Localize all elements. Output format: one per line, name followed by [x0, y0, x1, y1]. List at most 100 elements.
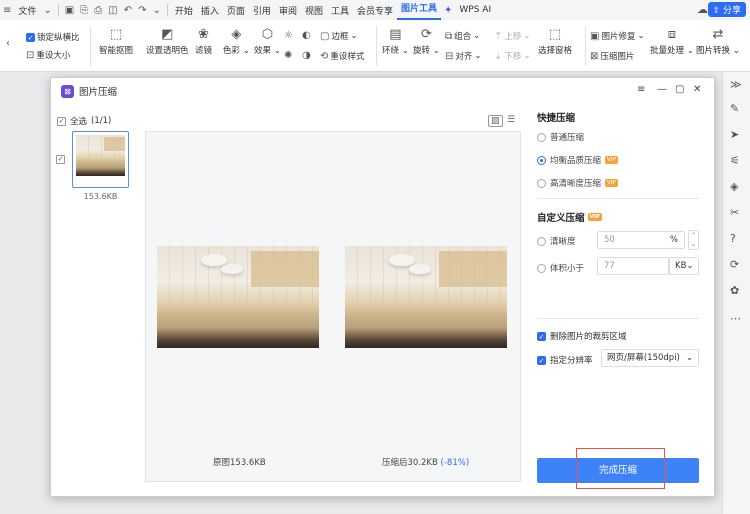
tools-icon[interactable]: ✂ — [730, 206, 739, 219]
size-unit-value: KB — [675, 261, 687, 271]
plugin-icon[interactable]: ✿ — [730, 284, 739, 297]
delete-crop-checkbox[interactable]: ✓ 删除图片的裁剪区域 — [537, 330, 627, 342]
hd-compress-label: 高清晰度压缩 — [550, 179, 602, 189]
edit-icon[interactable]: ✎ — [730, 102, 739, 115]
size-limit-label: 体积小于 — [550, 264, 585, 274]
more-icon[interactable]: ⋯ — [730, 312, 741, 325]
clarity-stepper[interactable]: ⌃ ⌄ — [688, 230, 699, 250]
brightness-increase-icon[interactable]: ☼ — [284, 30, 293, 41]
menu-icon[interactable]: ≡ — [0, 5, 14, 16]
lock-ratio-label: 锁定纵横比 — [37, 33, 80, 43]
ribbon-toolbar: ‹ ✓ 锁定纵横比 ⊡ 重设大小 ⬚ 智能抠图 ◩ 设置透明色 ❀ 滤镜 ◈ 色彩 ⌄ ⬡ 效… — [0, 20, 750, 72]
ribbon-scroll-left-icon[interactable]: ‹ — [6, 38, 10, 49]
checkbox-checked-icon: ✓ — [57, 116, 66, 126]
color-button[interactable]: ◈ 色彩 ⌄ — [223, 26, 250, 56]
tab-view[interactable]: 视图 — [301, 4, 327, 17]
reset-style-button[interactable]: ⟲ 重设样式 — [320, 50, 364, 63]
effects-label: 效果 — [254, 46, 272, 56]
export-icon[interactable]: ⎘ — [77, 5, 91, 16]
menu-file[interactable]: 文件 — [14, 4, 40, 17]
filter-icon: ❀ — [198, 27, 209, 42]
sync-icon[interactable]: ⟳ — [730, 258, 739, 271]
radio-size-limit[interactable]: 体积小于 — [537, 262, 584, 274]
tab-home[interactable]: 开始 — [171, 4, 197, 17]
list-view-icon[interactable]: ☰ — [507, 115, 515, 125]
print-preview-icon[interactable]: ◫ — [105, 5, 120, 16]
radio-hd-compress[interactable]: 高清晰度压缩 VIP — [537, 177, 618, 189]
undo-icon[interactable]: ↶ — [121, 5, 135, 16]
rotate-label: 旋转 — [413, 46, 431, 56]
minimize-icon[interactable]: — — [657, 84, 667, 95]
image-convert-button[interactable]: ⇄ 图片转换 ⌄ — [696, 26, 740, 56]
menu-icon[interactable]: ≡ — [637, 84, 645, 95]
radio-selected-icon — [537, 155, 546, 165]
rotate-button[interactable]: ⟳ 旋转 ⌄ — [413, 26, 440, 56]
resolution-select[interactable]: 网页/屏幕(150dpi) ⌄ — [601, 349, 699, 367]
tab-tools[interactable]: 工具 — [327, 4, 353, 17]
rotate-icon: ⟳ — [420, 27, 432, 42]
image-thumbnail[interactable] — [72, 131, 129, 188]
tab-picture-tools[interactable]: 图片工具 — [397, 0, 442, 20]
set-transparent-button[interactable]: ◩ 设置透明色 — [146, 26, 189, 56]
compress-image-icon: ⊠ — [590, 50, 599, 62]
cloud-upload-icon[interactable]: ☁ — [697, 3, 708, 16]
collapse-icon[interactable]: ≫ — [730, 78, 742, 91]
compressed-image-preview — [345, 246, 507, 348]
size-limit-input[interactable]: 77 — [597, 257, 669, 275]
selection-pane-button[interactable]: ⬚ 选择窗格 — [538, 26, 572, 56]
send-backward-button[interactable]: ⇣ 下移 ⌄ — [494, 50, 531, 63]
tab-wps-ai[interactable]: WPS AI — [455, 5, 495, 15]
tab-page[interactable]: 页面 — [223, 4, 249, 17]
image-repair-button[interactable]: ▣ 图片修复 ⌄ — [590, 30, 645, 43]
radio-normal-compress[interactable]: 普通压缩 — [537, 131, 584, 143]
tab-references[interactable]: 引用 — [249, 4, 275, 17]
help-icon[interactable]: ? — [730, 232, 736, 245]
more-dropdown-icon[interactable]: ⌄ — [149, 5, 163, 16]
filter-button[interactable]: ❀ 滤镜 — [195, 26, 212, 56]
share-button[interactable]: ⇪ 分享 — [707, 2, 746, 17]
dialog-title-bar: ⊠ 图片压缩 — [61, 84, 117, 98]
settings-sliders-icon[interactable]: ⚟ — [730, 154, 740, 167]
pointer-icon[interactable]: ➤ — [730, 128, 739, 141]
reset-size-button[interactable]: ⊡ 重设大小 — [26, 49, 70, 62]
smart-cutout-button[interactable]: ⬚ 智能抠图 — [99, 26, 133, 56]
border-button[interactable]: ▢ 边框 ⌄ — [320, 30, 358, 43]
tab-review[interactable]: 审阅 — [275, 4, 301, 17]
close-icon[interactable]: ✕ — [693, 84, 701, 95]
thumbnail-photo — [76, 135, 125, 176]
vip-badge: VIP — [605, 156, 618, 164]
save-icon[interactable]: ▣ — [62, 5, 77, 16]
contrast-increase-icon[interactable]: ◐ — [302, 30, 311, 41]
print-icon[interactable]: ⎙ — [91, 5, 105, 16]
image-view-icon[interactable]: ▨ — [488, 115, 503, 127]
redo-icon[interactable]: ↷ — [135, 5, 149, 16]
brightness-decrease-icon[interactable]: ✺ — [284, 50, 292, 61]
radio-balanced-compress[interactable]: 均衡品质压缩 VIP — [537, 154, 618, 166]
clarity-unit: % — [669, 235, 678, 245]
resolution-value: 网页/屏幕(150dpi) — [607, 353, 680, 363]
group-button[interactable]: ⧉ 组合 ⌄ — [445, 30, 480, 43]
clarity-input[interactable]: 50 % — [597, 231, 685, 249]
contrast-decrease-icon[interactable]: ◑ — [302, 50, 311, 61]
tab-member[interactable]: 会员专享 — [353, 4, 397, 17]
batch-process-button[interactable]: ⧈ 批量处理 ⌄ — [650, 26, 694, 56]
resolution-checkbox[interactable]: ✓ 指定分辨率 — [537, 354, 593, 366]
bring-forward-button[interactable]: ⇡ 上移 ⌄ — [494, 30, 531, 43]
tab-insert[interactable]: 插入 — [197, 4, 223, 17]
effects-button[interactable]: ⬡ 效果 ⌄ — [254, 26, 281, 56]
shapes-icon[interactable]: ◈ — [730, 180, 738, 193]
send-backward-icon: ⇣ — [494, 50, 503, 62]
wrap-button[interactable]: ▤ 环绕 ⌄ — [382, 26, 409, 56]
maximize-icon[interactable]: ▢ — [675, 84, 684, 95]
chevron-down-icon[interactable]: ⌄ — [40, 5, 54, 16]
compress-image-button[interactable]: ⊠ 压缩图片 — [590, 50, 634, 63]
align-button[interactable]: ⊟ 对齐 ⌄ — [445, 50, 482, 63]
size-unit-select[interactable]: KB ⌄ — [669, 257, 699, 275]
divider — [90, 26, 91, 66]
thumbnail-checkbox[interactable]: ✓ — [56, 155, 65, 164]
select-all-checkbox[interactable]: ✓ 全选 (1/1) — [57, 115, 111, 127]
resolution-label: 指定分辨率 — [550, 356, 593, 366]
lock-ratio-checkbox[interactable]: ✓ 锁定纵横比 — [26, 31, 80, 43]
thumbnail-size: 153.6KB — [83, 192, 118, 201]
radio-clarity[interactable]: 清晰度 — [537, 235, 576, 247]
